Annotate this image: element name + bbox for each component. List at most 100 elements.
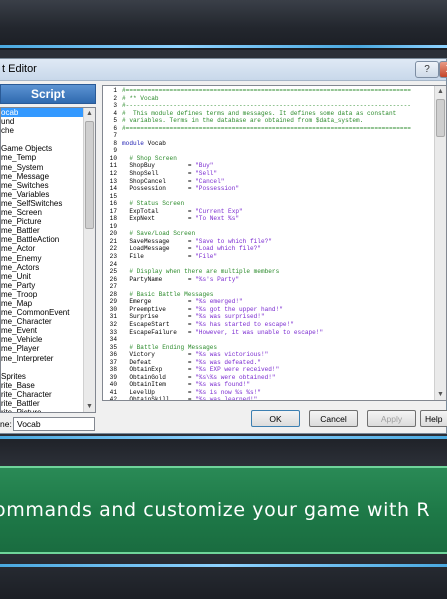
script-list-item[interactable]: me_Character (1, 317, 83, 326)
script-list-item[interactable]: che (1, 126, 83, 135)
line-number: 7 (113, 132, 117, 140)
code-line: 36 Victory = "%s was victorious!" (103, 351, 433, 359)
code-token: "Current Exp" (195, 207, 243, 215)
code-editor[interactable]: 1 #======================================… (102, 85, 447, 401)
code-line: 19 (103, 223, 433, 231)
script-list-item[interactable]: me_Party (1, 281, 83, 290)
code-token: "%s is now %s %s!" (195, 388, 261, 396)
script-list-item[interactable]: me_BattleAction (1, 235, 83, 244)
code-token: "%s was found!" (195, 381, 250, 389)
apply-button[interactable]: Apply (367, 410, 416, 427)
script-list-item[interactable]: me_Picture (1, 217, 83, 226)
script-list-item[interactable]: Sprites (1, 372, 83, 381)
code-line: 28 # Basic Battle Messages (103, 291, 433, 299)
code-line: 37 Defeat = "%s was defeated." (103, 359, 433, 367)
help-title-button[interactable]: ? (415, 61, 439, 78)
line-number: 34 (109, 336, 117, 344)
script-list-item[interactable]: ocab (1, 108, 83, 118)
code-line: 31 Surprise = "%s was surprised!" (103, 313, 433, 321)
code-token: File = (122, 253, 196, 261)
code-token: # variables. Terms in the database are o… (122, 117, 364, 125)
line-number: 40 (109, 381, 117, 389)
help-button[interactable]: Help (420, 410, 447, 427)
code-token: LoadMessage = (122, 245, 196, 253)
code-token: ExpTotal = (122, 207, 196, 215)
script-list-item[interactable]: und (1, 117, 83, 126)
script-list-item[interactable]: rite_Character (1, 390, 83, 399)
code-token: # Status Screen (122, 200, 185, 208)
line-number: 23 (109, 253, 117, 261)
script-list-item[interactable] (1, 363, 83, 372)
script-list-item[interactable]: me_Unit (1, 272, 83, 281)
code-line: 33 EscapeFailure = "However, it was unab… (103, 329, 433, 337)
script-list-item[interactable]: me_Player (1, 344, 83, 353)
line-number: 28 (109, 290, 117, 298)
scroll-thumb[interactable] (85, 121, 94, 229)
code-token: "Sell" (195, 170, 218, 178)
code-token: # Basic Battle Messages (122, 290, 214, 298)
editor-scroll-down-icon[interactable]: ▼ (435, 389, 446, 400)
code-token: "%s\%s were obtained!" (195, 373, 276, 381)
code-line: 10 # Shop Screen (103, 155, 433, 163)
script-list[interactable]: ocab und che Game Objects me_Temp me_System me… (0, 107, 96, 413)
script-list-item[interactable]: me_System (1, 163, 83, 172)
name-field[interactable]: Vocab (13, 416, 95, 431)
script-list-item[interactable]: me_Screen (1, 208, 83, 217)
script-list-item[interactable]: me_Temp (1, 153, 83, 162)
script-list-item[interactable]: me_Troop (1, 290, 83, 299)
script-list-item[interactable]: me_Map (1, 299, 83, 308)
editor-scrollbar[interactable]: ▲ ▼ (434, 86, 446, 400)
line-number: 17 (109, 207, 117, 215)
script-list-item[interactable]: rite_Battler (1, 399, 83, 408)
script-list-item[interactable]: rite_Base (1, 381, 83, 390)
code-line: 42 ObtainSkill = "%s was learned!" (103, 396, 433, 400)
script-list-item[interactable]: me_Message (1, 172, 83, 181)
script-list-item[interactable]: me_CommonEvent (1, 308, 83, 317)
scroll-down-icon[interactable]: ▼ (84, 401, 95, 412)
cancel-button[interactable]: Cancel (309, 410, 358, 427)
script-list-item[interactable]: me_Variables (1, 190, 83, 199)
code-token: PartyName = (122, 275, 196, 283)
code-token: Preemptive = (122, 305, 196, 313)
line-number: 5 (113, 117, 117, 125)
code-line: 22 LoadMessage = "Load which file?" (103, 245, 433, 253)
script-list-item[interactable]: me_Interpreter (1, 354, 83, 363)
script-list-item[interactable]: me_Battler (1, 226, 83, 235)
title-bar: t Editor ? X (0, 59, 447, 81)
script-list-item[interactable]: rite_Picture (1, 408, 83, 412)
script-list-scrollbar[interactable]: ▲ ▼ (83, 108, 95, 412)
line-number: 18 (109, 215, 117, 223)
code-token: "%s was defeated." (195, 358, 261, 366)
close-button[interactable]: X (439, 61, 447, 78)
script-list-item[interactable]: me_Actor (1, 244, 83, 253)
line-number: 8 (113, 139, 117, 147)
ok-button[interactable]: OK (251, 410, 300, 427)
script-list-item[interactable]: me_Vehicle (1, 335, 83, 344)
line-number: 4 (113, 109, 117, 117)
line-number: 39 (109, 373, 117, 381)
code-line: 11 ShopBuy = "Buy" (103, 162, 433, 170)
code-line: 1 #======================================… (103, 87, 433, 95)
script-list-item[interactable]: me_Actors (1, 263, 83, 272)
line-number: 26 (109, 275, 117, 283)
script-list-item[interactable] (1, 135, 83, 144)
script-list-item[interactable]: me_Event (1, 326, 83, 335)
editor-scroll-thumb[interactable] (436, 99, 445, 137)
window-title: t Editor (2, 63, 37, 75)
code-token: SaveMessage = (122, 237, 196, 245)
line-number: 20 (109, 230, 117, 238)
code-token: EscapeFailure = (122, 328, 196, 336)
line-number: 10 (109, 154, 117, 162)
code-token: LevelUp = (122, 388, 196, 396)
script-list-item[interactable]: me_Enemy (1, 254, 83, 263)
code-token: Victory = (122, 351, 196, 359)
code-line: 24 (103, 261, 433, 269)
line-number: 14 (109, 185, 117, 193)
script-list-item[interactable]: Game Objects (1, 144, 83, 153)
script-list-item[interactable]: me_Switches (1, 181, 83, 190)
editor-scroll-up-icon[interactable]: ▲ (435, 86, 446, 97)
name-label: ne: (0, 418, 12, 429)
code-token: #---------------------------------------… (122, 102, 411, 110)
script-list-item[interactable]: me_SelfSwitches (1, 199, 83, 208)
scroll-up-icon[interactable]: ▲ (84, 108, 95, 119)
